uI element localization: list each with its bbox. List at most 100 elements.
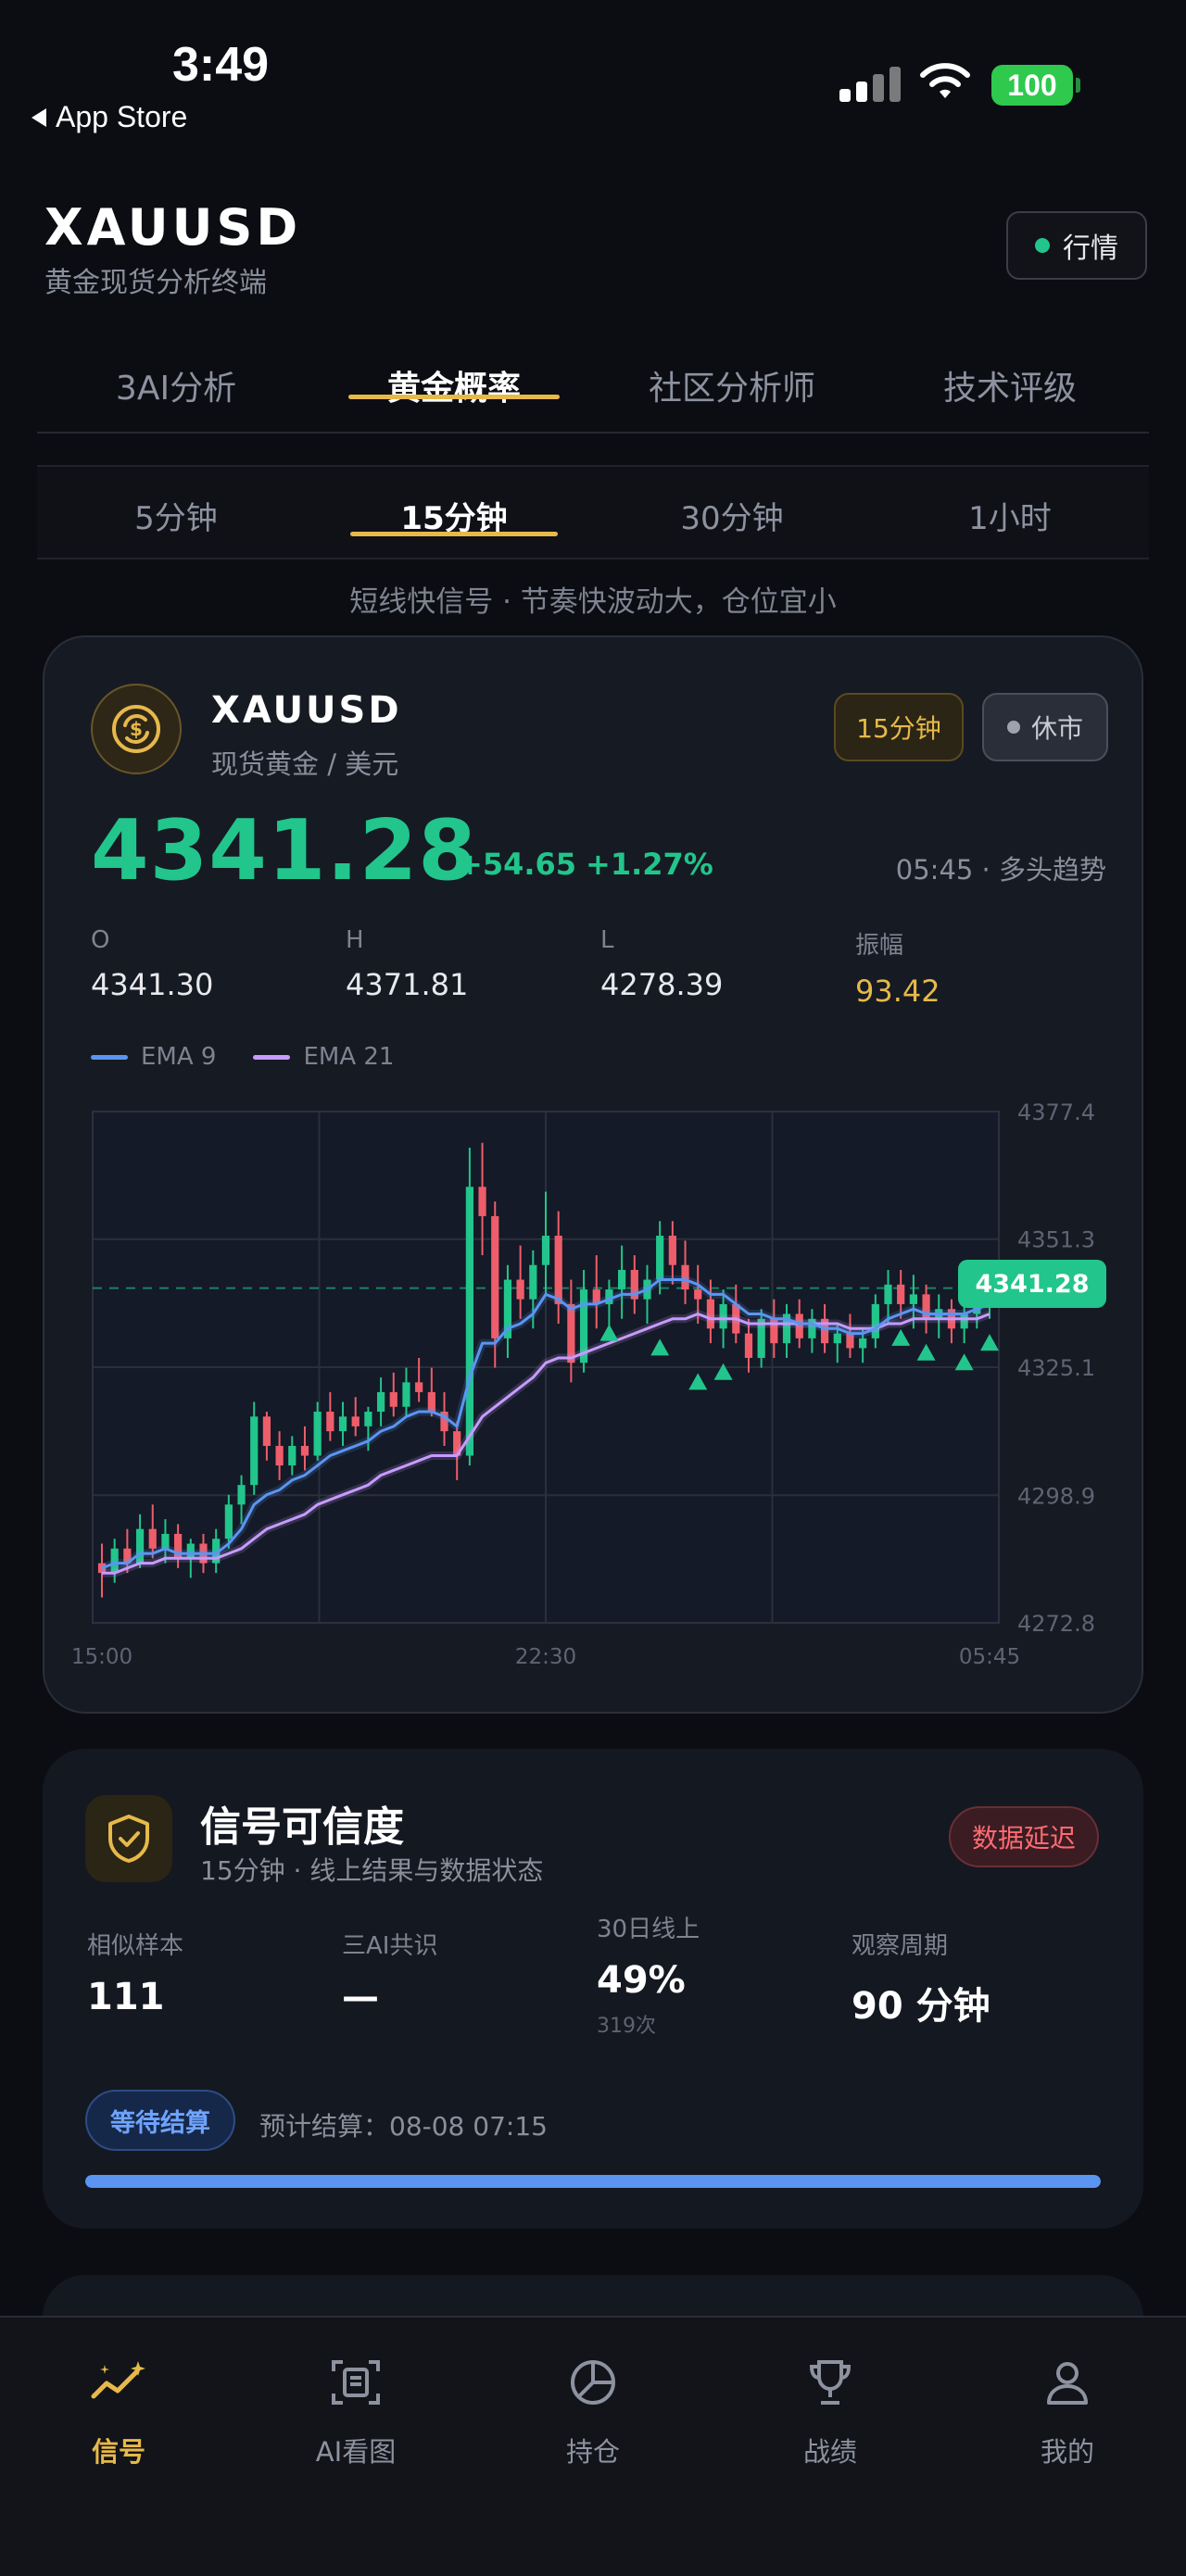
trend-label: 05:45 · 多头趋势 [895, 854, 1106, 886]
candle-body [478, 1187, 486, 1216]
gold-exchange-icon: $ [91, 684, 182, 774]
timeframe-tabs: 5分钟 15分钟 30分钟 1小时 [37, 465, 1149, 559]
candle-body [491, 1215, 499, 1338]
wifi-icon [920, 63, 970, 98]
bottom-navigation: 信号 AI看图 持仓 战绩 我的 [0, 2316, 1186, 2576]
market-status-label: 休市 [1030, 713, 1083, 744]
y-tick-label: 4377.4 [1017, 1100, 1095, 1125]
chart-legend: EMA 9 EMA 21 [91, 1043, 394, 1071]
back-to-app-store[interactable]: App Store [32, 100, 187, 134]
market-status-badge: 休市 [982, 693, 1108, 761]
candle-body [668, 1236, 676, 1265]
candle-body [262, 1416, 271, 1446]
ohlc-open: O 4341.30 [91, 926, 346, 1009]
price-change: +54.65 [458, 847, 577, 882]
price-chart[interactable]: 4377.4 4351.3 4325.1 4298.9 4272.8 15:00 22:30… [44, 637, 1145, 1715]
candle-body [884, 1284, 892, 1304]
stat-label: 30日线上 [597, 1916, 700, 1943]
main-tabs: 3AI分析 黄金概率 社区分析师 技术评级 [37, 348, 1149, 434]
app-title: XAUUSD [44, 198, 302, 257]
nav-record-label: 战绩 [802, 2436, 857, 2468]
market-button[interactable]: 行情 [1006, 211, 1147, 280]
candle-body [402, 1382, 410, 1407]
status-time: 3:49 [172, 38, 270, 92]
candle-body [237, 1485, 246, 1505]
tab-3ai-analysis[interactable]: 3AI分析 [37, 348, 315, 432]
nav-signal[interactable]: 信号 [0, 2318, 237, 2576]
candle-body [389, 1391, 397, 1407]
tab-community-analyst[interactable]: 社区分析师 [593, 348, 871, 432]
timeframe-hint: 短线快信号 · 节奏快波动大，仓位宜小 [349, 585, 837, 619]
signal-subtitle: 15分钟 · 线上结果与数据状态 [200, 1855, 544, 1886]
user-icon [1038, 2353, 1097, 2412]
stat-value: 111 [87, 1976, 165, 2018]
tab-30min[interactable]: 30分钟 [593, 467, 871, 558]
candle-body [224, 1504, 233, 1539]
ohlc-low: L 4278.39 [600, 926, 855, 1009]
ohlc-amplitude-label: 振幅 [855, 932, 904, 960]
stat-observation-period: 观察周期 90 分钟 [852, 1927, 1106, 2039]
back-label: App Store [56, 100, 188, 133]
nav-record[interactable]: 战绩 [712, 2318, 949, 2576]
nav-ai-chart[interactable]: AI看图 [237, 2318, 474, 2576]
stat-label: 相似样本 [87, 1932, 184, 1960]
price-change-percent: +1.27% [586, 847, 713, 882]
stat-value: 49% [597, 1959, 686, 2002]
back-arrow-icon [32, 107, 46, 127]
legend-ema21: EMA 21 [253, 1043, 394, 1071]
candle-body [148, 1528, 157, 1549]
stat-30day-online: 30日线上 49% 319次 [597, 1910, 852, 2039]
candle-body [250, 1416, 259, 1486]
candle-body [275, 1445, 284, 1466]
tab-1hour[interactable]: 1小时 [871, 467, 1149, 558]
y-tick-label: 4272.8 [1017, 1611, 1095, 1637]
trophy-icon [801, 2353, 860, 2412]
y-tick-label: 4298.9 [1017, 1483, 1095, 1509]
nav-profile[interactable]: 我的 [949, 2318, 1186, 2576]
candle-body [833, 1333, 841, 1344]
candle-body [364, 1412, 372, 1426]
live-dot-icon [1035, 238, 1050, 253]
timeframe-badge: 15分钟 [834, 693, 964, 761]
data-delay-badge: 数据延迟 [949, 1806, 1099, 1867]
stat-label: 三AI共识 [342, 1932, 438, 1960]
quote-card: 4377.4 4351.3 4325.1 4298.9 4272.8 15:00 22:30… [43, 635, 1143, 1714]
nav-positions[interactable]: 持仓 [474, 2318, 712, 2576]
x-tick-label: 15:00 [71, 1645, 132, 1669]
awaiting-settlement-badge: 等待结算 [85, 2090, 235, 2151]
nav-positions-label: 持仓 [565, 2436, 620, 2468]
x-tick-label: 22:30 [515, 1645, 576, 1669]
ohlc-open-value: 4341.30 [91, 967, 214, 1002]
legend-ema9: EMA 9 [91, 1043, 216, 1071]
settlement-progress-fill [85, 2175, 1101, 2188]
signal-title: 信号可信度 [200, 1803, 404, 1851]
tab-15min[interactable]: 15分钟 [315, 467, 593, 558]
legend-ema9-label: EMA 9 [141, 1043, 217, 1071]
y-tick-label: 4325.1 [1017, 1355, 1095, 1381]
ohlc-low-value: 4278.39 [600, 967, 724, 1002]
tab-5min[interactable]: 5分钟 [37, 467, 315, 558]
scan-icon [326, 2353, 385, 2412]
ohlc-high-label: H [346, 926, 364, 954]
expected-settlement: 预计结算：08-08 07:15 [259, 2111, 548, 2142]
candle-body [897, 1284, 905, 1304]
candle-body [351, 1416, 360, 1426]
candle-body [656, 1236, 664, 1280]
nav-ai-chart-label: AI看图 [315, 2436, 397, 2468]
candle-body [338, 1416, 347, 1432]
quote-symbol: XAUUSD [211, 689, 402, 732]
candle-body [326, 1412, 334, 1432]
candle-body [415, 1382, 423, 1392]
candle-body [465, 1187, 473, 1456]
signal-stats: 相似样本 111 三AI共识 — 30日线上 49% 319次 观察周期 90 … [87, 1916, 1106, 2039]
tab-gold-probability[interactable]: 黄金概率 [315, 348, 593, 432]
pie-icon [563, 2353, 623, 2412]
ohlc-amplitude: 振幅 93.42 [855, 926, 1110, 1009]
tab-technical-rating[interactable]: 技术评级 [871, 348, 1149, 432]
ohlc-high: H 4371.81 [346, 926, 600, 1009]
svg-text:$: $ [130, 718, 143, 740]
legend-ema21-label: EMA 21 [303, 1043, 395, 1071]
market-button-label: 行情 [1063, 232, 1118, 265]
ohlc-row: O 4341.30 H 4371.81 L 4278.39 振幅 93.42 [91, 926, 1110, 1009]
candle-body [516, 1279, 524, 1300]
